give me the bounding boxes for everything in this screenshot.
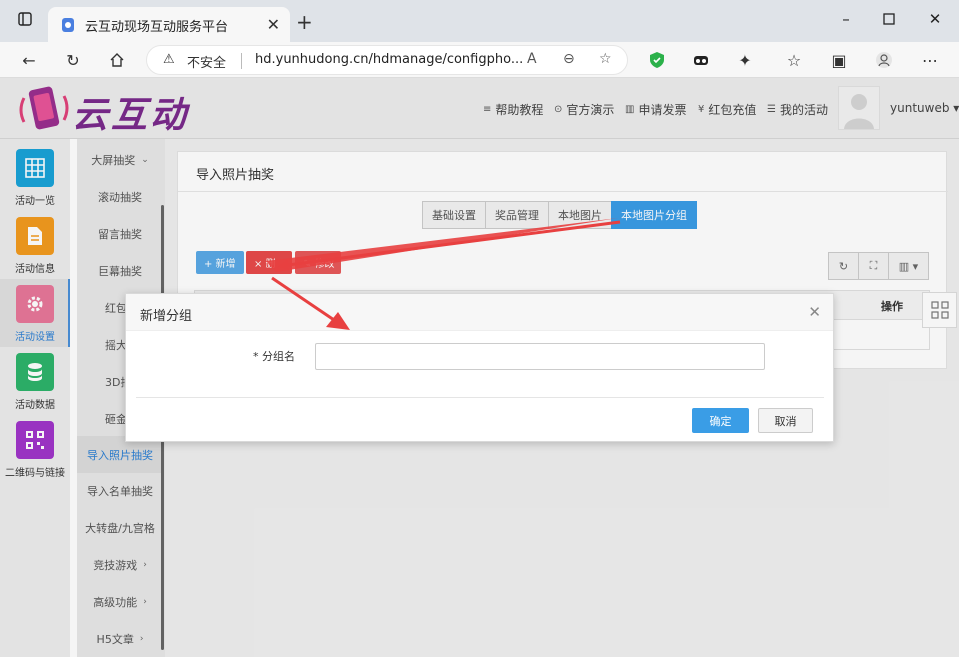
maximize-icon[interactable] <box>878 8 900 30</box>
address-bar[interactable]: ⚠ 不安全 hd.yunhudong.cn/hdmanage/configpho… <box>146 45 628 75</box>
shield-extension-icon[interactable] <box>646 49 668 71</box>
add-group-dialog: 新增分组 ✕ * 分组名 确定 取消 <box>125 293 834 442</box>
favorite-add-icon[interactable]: ☆ <box>599 51 612 67</box>
back-icon[interactable]: ← <box>18 49 40 71</box>
collections-icon[interactable]: ▣ <box>828 49 850 71</box>
dialog-header: 新增分组 ✕ <box>126 294 833 331</box>
browser-toolbar: ← ↻ ⚠ 不安全 hd.yunhudong.cn/hdmanage/confi… <box>0 42 959 78</box>
profile-icon[interactable] <box>873 49 895 71</box>
window-close-icon[interactable]: ✕ <box>924 8 946 30</box>
address-separator <box>241 53 242 69</box>
site-favicon-icon <box>62 18 74 32</box>
cancel-button[interactable]: 取消 <box>758 408 813 433</box>
tab-close-icon[interactable]: ✕ <box>267 15 280 34</box>
dialog-title: 新增分组 <box>140 309 193 324</box>
url-text: hd.yunhudong.cn/hdmanage/configpho... <box>255 52 524 67</box>
favorites-icon[interactable]: ☆ <box>783 49 805 71</box>
close-icon[interactable]: ✕ <box>808 303 821 321</box>
tab-title: 云互动现场互动服务平台 <box>85 20 229 35</box>
more-icon[interactable]: ⋯ <box>919 49 941 71</box>
confirm-button[interactable]: 确定 <box>692 408 749 433</box>
read-aloud-icon[interactable]: A <box>527 51 537 67</box>
group-name-label: * 分组名 <box>253 350 295 363</box>
extension-icon[interactable] <box>690 49 712 71</box>
insecure-label: 不安全 <box>187 56 227 71</box>
puzzle-icon[interactable]: ✦ <box>734 49 756 71</box>
home-icon[interactable] <box>106 49 128 71</box>
tab-actions-icon[interactable] <box>14 8 36 30</box>
zoom-icon[interactable]: ⊖ <box>563 51 575 67</box>
new-tab-icon[interactable]: + <box>296 12 313 32</box>
group-name-input[interactable] <box>315 343 765 370</box>
browser-tab[interactable]: 云互动现场互动服务平台 ✕ <box>48 7 290 42</box>
dialog-divider <box>136 397 824 398</box>
browser-tab-bar: 云互动现场互动服务平台 ✕ + – ✕ <box>0 0 959 42</box>
minimize-icon[interactable]: – <box>835 8 857 30</box>
refresh-icon[interactable]: ↻ <box>62 49 84 71</box>
warning-icon: ⚠ <box>163 52 175 67</box>
